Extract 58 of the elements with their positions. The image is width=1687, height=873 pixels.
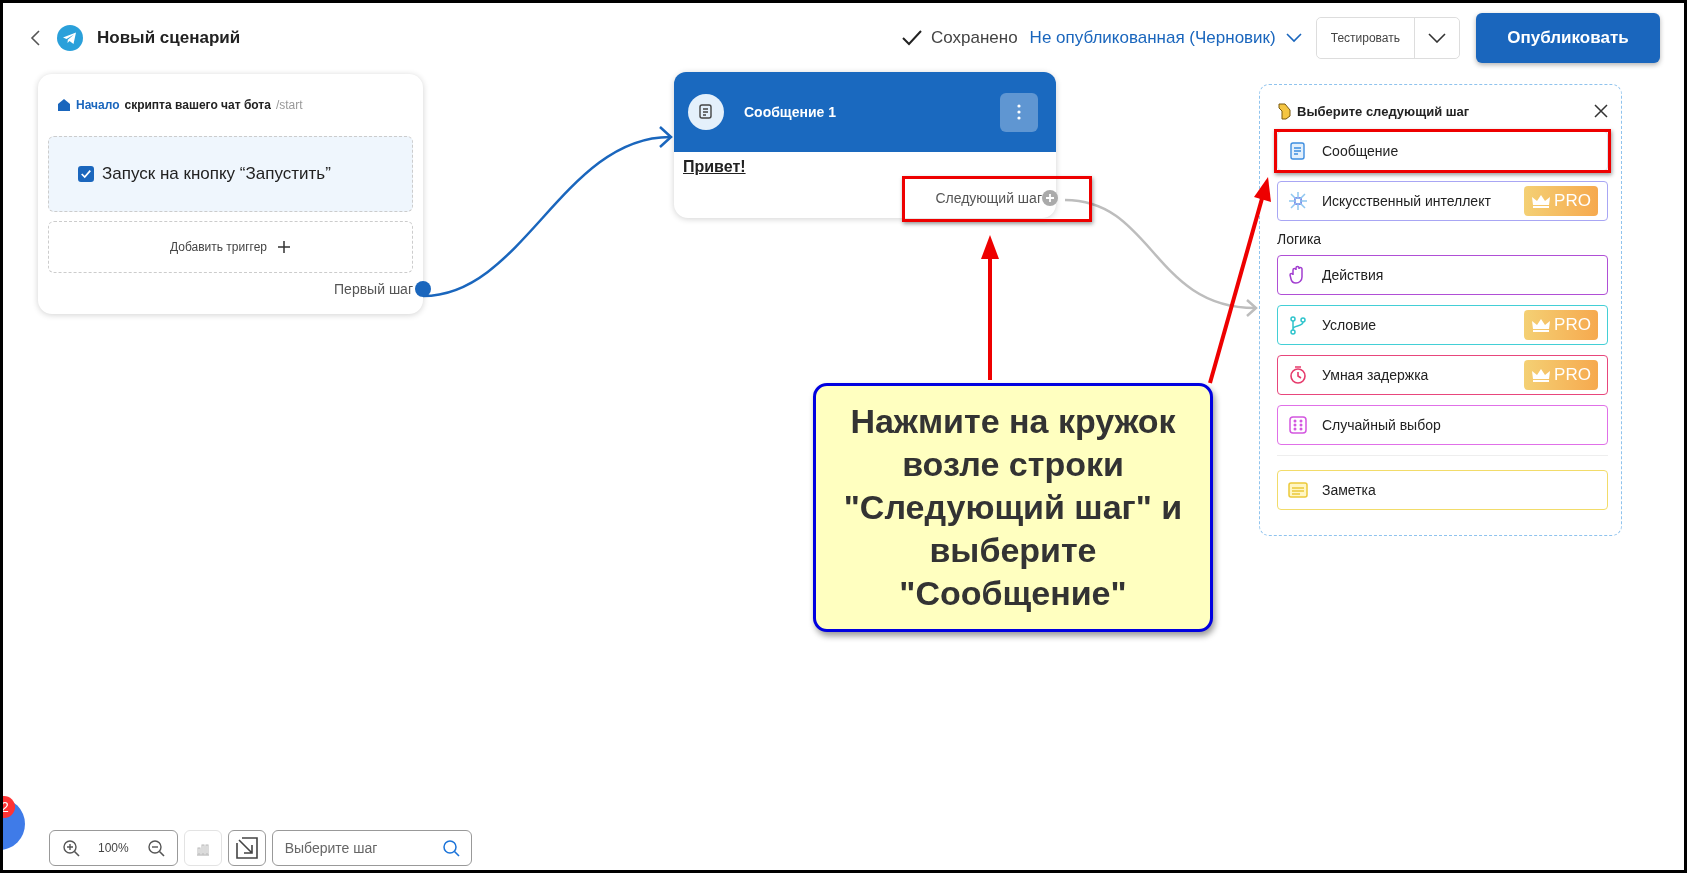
more-icon xyxy=(1017,104,1021,120)
port-label: Первый шаг xyxy=(334,281,413,297)
crown-icon xyxy=(1531,368,1552,382)
message-icon xyxy=(688,94,724,130)
add-trigger-button[interactable]: Добавить триггер xyxy=(48,221,413,273)
trigger-label: Запуск на кнопку “Запустить” xyxy=(102,164,331,184)
telegram-icon xyxy=(57,25,83,51)
home-icon xyxy=(57,98,71,112)
step-option[interactable]: Действия xyxy=(1277,255,1608,295)
message-text: Привет! xyxy=(682,157,747,177)
step-option[interactable]: Искусственный интеллект PRO xyxy=(1277,181,1608,221)
pointing-hand-icon xyxy=(1277,102,1291,120)
chevron-down-icon xyxy=(1285,33,1302,43)
search-field[interactable]: Выберите шаг xyxy=(271,830,472,866)
pro-badge: PRO xyxy=(1524,186,1598,216)
start-command: /start xyxy=(275,98,303,112)
instruction-callout: Нажмите на кружок возле строки "Следующий шаг" и выберите "Сообщение" xyxy=(813,383,1213,632)
chip-icon xyxy=(1288,191,1308,211)
save-status: Сохранено xyxy=(930,28,1018,48)
publish-button[interactable]: Опубликовать xyxy=(1476,13,1660,63)
branch-icon xyxy=(1288,315,1308,335)
step-option[interactable]: Условие PRO xyxy=(1277,305,1608,345)
note-icon xyxy=(1288,480,1308,500)
pro-badge: PRO xyxy=(1524,310,1598,340)
step-option[interactable]: Сообщение xyxy=(1277,131,1608,171)
zoom-out-icon[interactable] xyxy=(146,839,165,857)
scenario-title: Новый сценарий xyxy=(97,28,241,48)
start-title: скрипта вашего чат бота xyxy=(124,98,271,112)
panel-title: Выберите следующий шаг xyxy=(1297,103,1471,119)
port-label: Следующий шаг xyxy=(935,190,1042,206)
step-option[interactable]: Случайный выбор xyxy=(1277,405,1608,445)
checkbox[interactable] xyxy=(78,166,94,182)
fit-view-button[interactable] xyxy=(227,830,266,866)
back-icon[interactable] xyxy=(29,29,43,47)
message-icon xyxy=(1288,141,1308,161)
crown-icon xyxy=(1531,194,1552,208)
step-option[interactable]: Заметка xyxy=(1277,470,1608,510)
check-icon xyxy=(900,29,923,47)
search-icon xyxy=(441,839,460,857)
pro-badge: PRO xyxy=(1524,360,1598,390)
trigger-card[interactable]: Запуск на кнопку “Запустить” xyxy=(48,136,413,212)
close-icon[interactable] xyxy=(1594,104,1608,118)
crown-icon xyxy=(1531,318,1552,332)
section-heading: Логика xyxy=(1277,231,1323,247)
status-dropdown[interactable]: Не опубликованная (Черновик) xyxy=(1029,28,1302,48)
arrow-to-corner-icon xyxy=(234,836,259,860)
dice-icon xyxy=(1288,415,1308,435)
connection-port[interactable] xyxy=(415,281,431,297)
plus-icon xyxy=(277,240,292,254)
plus-icon xyxy=(1045,193,1055,203)
message-title: Сообщение 1 xyxy=(744,104,837,120)
start-label[interactable]: Начало xyxy=(76,98,120,112)
zoom-level: 100% xyxy=(98,841,129,855)
step-option[interactable]: Умная задержка PRO xyxy=(1277,355,1608,395)
more-menu-button[interactable] xyxy=(1000,92,1038,132)
stopwatch-icon xyxy=(1288,365,1308,385)
chevron-down-icon xyxy=(1428,33,1446,43)
zoom-in-icon[interactable] xyxy=(62,839,80,857)
